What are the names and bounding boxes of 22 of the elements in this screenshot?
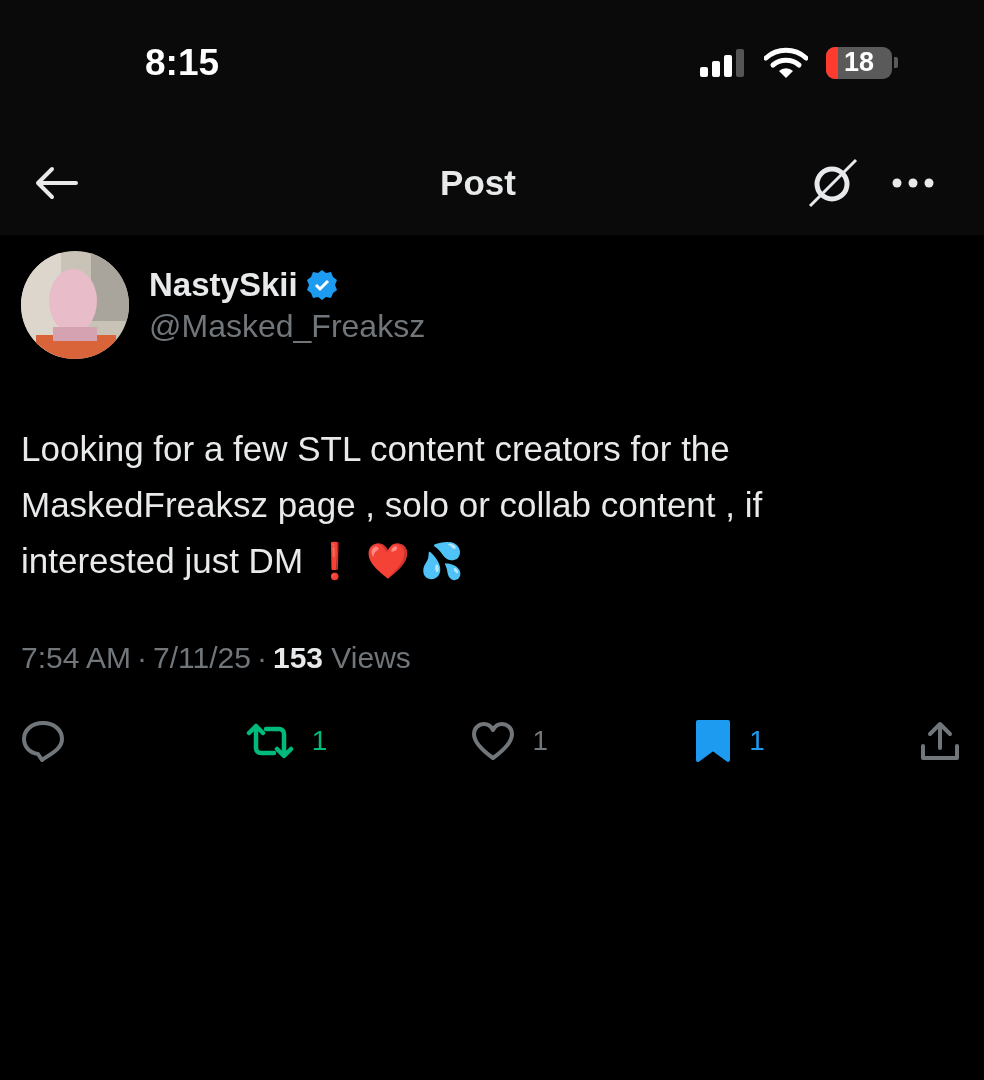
more-icon[interactable] xyxy=(892,177,934,188)
wifi-icon xyxy=(764,46,808,79)
back-arrow-icon[interactable] xyxy=(34,165,78,200)
action-count: 1 xyxy=(749,725,765,757)
repost-icon[interactable] xyxy=(245,723,294,759)
bookmark-icon[interactable] xyxy=(695,719,732,763)
heart-icon[interactable] xyxy=(470,721,515,761)
status-time: 8:15 xyxy=(145,41,220,84)
user-handle: @Masked_Freaksz xyxy=(149,307,426,345)
display-name: NastySkii xyxy=(149,265,298,304)
separator-dot: · xyxy=(256,641,267,675)
action-count: 1 xyxy=(311,725,328,757)
post-text: Looking for a few STL content creators for the MaskedFreaksz page , solo or collab content , if interested just DM ❗ ❤ 💦 xyxy=(21,428,764,582)
share-icon[interactable] xyxy=(920,721,960,761)
separator-dot: · xyxy=(137,641,148,675)
views-count: 153 Views xyxy=(272,641,411,675)
post-time: 7:54 AM xyxy=(21,641,132,675)
post-date: 7/11/25 xyxy=(153,641,251,675)
action-count: 1 xyxy=(532,725,549,757)
page-title: Post xyxy=(440,162,516,203)
signal-icon xyxy=(700,48,746,77)
reply-icon[interactable] xyxy=(21,720,65,762)
